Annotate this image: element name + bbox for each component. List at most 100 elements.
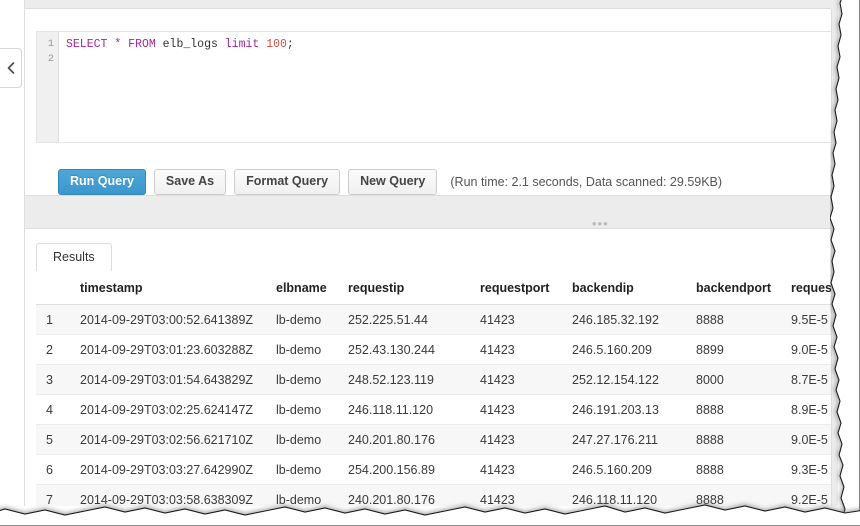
sql-editor[interactable]: 12 SELECT * FROM elb_logs limit 100; (36, 31, 831, 143)
results-table-scroll[interactable]: timestamp elbname requestip requestport … (36, 271, 831, 506)
sidebar-collapse-button[interactable] (0, 48, 22, 88)
cell-requestprocessingtime: 8.9E-5 (781, 395, 831, 425)
sql-token-from: FROM (128, 38, 156, 51)
column-header-requestprocessingtime[interactable]: requestprocessingtime (781, 271, 831, 305)
cell-requestport: 41423 (470, 305, 562, 335)
cell-backendport: 8888 (686, 455, 781, 485)
cell-backendport: 8899 (686, 335, 781, 365)
line-number: 2 (48, 53, 54, 65)
cell-backendport: 8000 (686, 365, 781, 395)
row-index: 2 (36, 335, 70, 365)
results-table-head: timestamp elbname requestip requestport … (36, 271, 831, 305)
cell-elbname: lb-demo (266, 485, 338, 507)
tab-results[interactable]: Results (36, 243, 112, 272)
cell-requestport: 41423 (470, 455, 562, 485)
sql-code-text[interactable]: SELECT * FROM elb_logs limit 100; (59, 32, 831, 142)
cell-requestprocessingtime: 9.0E-5 (781, 425, 831, 455)
column-header-rownum (36, 271, 70, 305)
column-header-elbname[interactable]: elbname (266, 271, 338, 305)
row-index: 1 (36, 305, 70, 335)
cell-backendport: 8888 (686, 425, 781, 455)
cell-backendip: 252.12.154.122 (562, 365, 686, 395)
row-index: 6 (36, 455, 70, 485)
cell-backendip: 246.185.32.192 (562, 305, 686, 335)
sql-token-table: elb_logs (163, 38, 218, 51)
sql-token-select: SELECT (66, 38, 107, 51)
cell-requestport: 41423 (470, 485, 562, 507)
cell-requestip: 252.43.130.244 (338, 335, 470, 365)
panel-resize-handle[interactable]: ••• (592, 220, 609, 228)
run-query-button[interactable]: Run Query (58, 169, 146, 195)
cell-backendip: 246.5.160.209 (562, 455, 686, 485)
cell-elbname: lb-demo (266, 395, 338, 425)
cell-requestport: 41423 (470, 425, 562, 455)
cell-elbname: lb-demo (266, 455, 338, 485)
row-index: 7 (36, 485, 70, 507)
table-row[interactable]: 42014-09-29T03:02:25.624147Zlb-demo246.1… (36, 395, 831, 425)
editor-gutter: 12 (37, 32, 59, 142)
cell-elbname: lb-demo (266, 425, 338, 455)
app-page: 12 SELECT * FROM elb_logs limit 100; Run… (0, 0, 838, 506)
row-index: 3 (36, 365, 70, 395)
column-header-requestport[interactable]: requestport (470, 271, 562, 305)
sql-token-limit: limit (225, 38, 260, 51)
screenshot-root: 12 SELECT * FROM elb_logs limit 100; Run… (0, 0, 860, 526)
cell-requestport: 41423 (470, 395, 562, 425)
run-info-text: (Run time: 2.1 seconds, Data scanned: 29… (450, 175, 722, 189)
cell-backendip: 246.191.203.13 (562, 395, 686, 425)
table-row[interactable]: 32014-09-29T03:01:54.643829Zlb-demo248.5… (36, 365, 831, 395)
cell-backendip: 246.118.11.120 (562, 485, 686, 507)
cell-requestport: 41423 (470, 335, 562, 365)
cell-timestamp: 2014-09-29T03:00:52.641389Z (70, 305, 266, 335)
cell-timestamp: 2014-09-29T03:01:23.603288Z (70, 335, 266, 365)
results-table: timestamp elbname requestip requestport … (36, 271, 831, 506)
table-header-row: timestamp elbname requestip requestport … (36, 271, 831, 305)
cell-requestip: 246.118.11.120 (338, 395, 470, 425)
cell-backendport: 8888 (686, 395, 781, 425)
table-row[interactable]: 52014-09-29T03:02:56.621710Zlb-demo240.2… (36, 425, 831, 455)
cell-requestip: 248.52.123.119 (338, 365, 470, 395)
column-header-timestamp[interactable]: timestamp (70, 271, 266, 305)
results-tabstrip: Results (36, 242, 831, 272)
query-toolbar: Run Query Save As Format Query New Query… (58, 169, 722, 195)
table-row[interactable]: 62014-09-29T03:03:27.642990Zlb-demo254.2… (36, 455, 831, 485)
results-table-body: 12014-09-29T03:00:52.641389Zlb-demo252.2… (36, 305, 831, 507)
cell-requestprocessingtime: 9.2E-5 (781, 485, 831, 507)
table-row[interactable]: 12014-09-29T03:00:52.641389Zlb-demo252.2… (36, 305, 831, 335)
cell-timestamp: 2014-09-29T03:03:27.642990Z (70, 455, 266, 485)
cell-backendip: 246.5.160.209 (562, 335, 686, 365)
cell-requestprocessingtime: 9.3E-5 (781, 455, 831, 485)
cell-requestip: 240.201.80.176 (338, 485, 470, 507)
cell-timestamp: 2014-09-29T03:01:54.643829Z (70, 365, 266, 395)
cell-requestprocessingtime: 9.0E-5 (781, 335, 831, 365)
cell-requestip: 240.201.80.176 (338, 425, 470, 455)
table-row[interactable]: 22014-09-29T03:01:23.603288Zlb-demo252.4… (36, 335, 831, 365)
query-panel: 12 SELECT * FROM elb_logs limit 100; Run… (22, 8, 832, 196)
cell-elbname: lb-demo (266, 305, 338, 335)
column-header-backendip[interactable]: backendip (562, 271, 686, 305)
sql-token-semicolon: ; (287, 38, 294, 51)
new-query-button[interactable]: New Query (348, 169, 437, 195)
column-header-backendport[interactable]: backendport (686, 271, 781, 305)
cell-backendip: 247.27.176.211 (562, 425, 686, 455)
cell-elbname: lb-demo (266, 365, 338, 395)
cell-backendport: 8888 (686, 305, 781, 335)
format-query-button[interactable]: Format Query (234, 169, 340, 195)
cell-requestip: 254.200.156.89 (338, 455, 470, 485)
cell-backendport: 8888 (686, 485, 781, 507)
cell-timestamp: 2014-09-29T03:03:58.638309Z (70, 485, 266, 507)
cell-requestip: 252.225.51.44 (338, 305, 470, 335)
row-index: 4 (36, 395, 70, 425)
save-as-button[interactable]: Save As (154, 169, 226, 195)
cell-timestamp: 2014-09-29T03:02:56.621710Z (70, 425, 266, 455)
cell-requestprocessingtime: 9.5E-5 (781, 305, 831, 335)
column-header-requestip[interactable]: requestip (338, 271, 470, 305)
sql-token-limit-value: 100 (266, 38, 287, 51)
chevron-left-icon (7, 62, 15, 74)
cell-timestamp: 2014-09-29T03:02:25.624147Z (70, 395, 266, 425)
table-row[interactable]: 72014-09-29T03:03:58.638309Zlb-demo240.2… (36, 485, 831, 507)
cell-requestport: 41423 (470, 365, 562, 395)
line-number: 1 (48, 38, 54, 50)
results-panel: Results timestamp elbname requestip requ… (22, 228, 832, 506)
cell-elbname: lb-demo (266, 335, 338, 365)
